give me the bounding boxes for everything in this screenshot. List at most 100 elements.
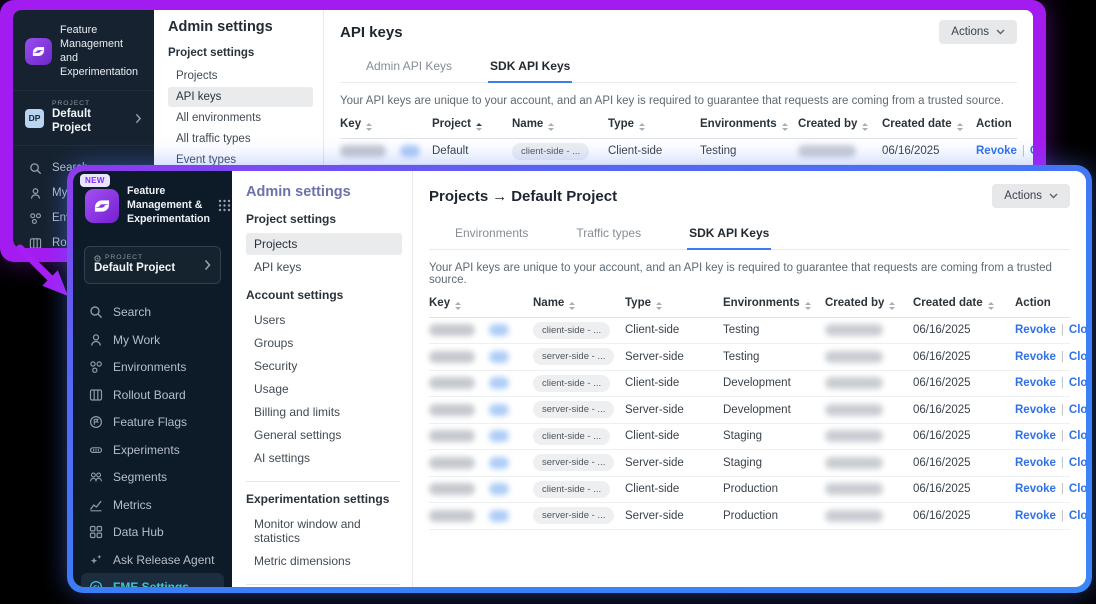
person-icon xyxy=(29,187,42,200)
back-project-selector[interactable]: DP PROJECT Default Project xyxy=(13,90,154,146)
redacted-copy-icon xyxy=(489,483,509,495)
revoke-link[interactable]: Revoke xyxy=(976,145,1017,157)
sidebar-item-search[interactable]: Search xyxy=(81,298,224,326)
front-sidebar: NEW Feature Management & Experimentation xyxy=(73,171,232,587)
nav-item-projects[interactable]: Projects xyxy=(168,66,313,86)
actions-button[interactable]: Actions xyxy=(939,20,1017,44)
sort-icon xyxy=(639,123,645,131)
col-header-created-by[interactable]: Created by xyxy=(798,118,882,131)
split-logo-icon xyxy=(85,189,119,223)
project-label: PROJECT xyxy=(52,100,127,108)
redacted-copy-icon xyxy=(489,430,509,442)
clone-link[interactable]: Clone xyxy=(1069,483,1086,495)
nav-item-groups[interactable]: Groups xyxy=(246,332,402,354)
sort-icon xyxy=(957,123,963,131)
table-row: client-side - ... Client-side Testing 06… xyxy=(429,318,1070,345)
nav-item-api-keys[interactable]: API keys xyxy=(168,87,313,107)
col-header-environments[interactable]: Environments xyxy=(723,297,825,310)
clone-link[interactable]: Clone xyxy=(1069,404,1086,416)
admin-settings-title: Admin settings xyxy=(168,19,313,35)
sidebar-item-metrics[interactable]: Metrics xyxy=(81,491,224,519)
tab-environments[interactable]: Environments xyxy=(453,222,530,250)
redacted-key xyxy=(429,510,475,522)
api-keys-description: Your API keys are unique to your account… xyxy=(429,262,1070,286)
redacted-created-by xyxy=(825,510,883,522)
col-header-created-date[interactable]: Created date xyxy=(882,118,976,131)
sort-icon xyxy=(569,302,575,310)
nav-item-api-keys[interactable]: API keys xyxy=(246,256,402,278)
revoke-link[interactable]: Revoke xyxy=(1015,483,1056,495)
front-project-selector[interactable]: PROJECT Default Project xyxy=(84,246,221,284)
key-name-pill: server-side - ... xyxy=(533,348,614,365)
clone-link[interactable]: Clone xyxy=(1069,377,1086,389)
col-header-type[interactable]: Type xyxy=(608,118,700,131)
nav-item-users[interactable]: Users xyxy=(246,309,402,331)
sort-icon xyxy=(366,123,372,131)
revoke-link[interactable]: Revoke xyxy=(1015,510,1056,522)
experiments-icon xyxy=(89,443,103,457)
nav-item-ai-settings[interactable]: AI settings xyxy=(246,447,402,469)
nav-item-metric-dimensions[interactable]: Metric dimensions xyxy=(246,550,402,572)
sidebar-item-data-hub[interactable]: Data Hub xyxy=(81,518,224,546)
nav-item-usage[interactable]: Usage xyxy=(246,378,402,400)
redacted-created-by xyxy=(825,483,883,495)
clone-link[interactable]: Clone xyxy=(1069,324,1086,336)
col-header-project[interactable]: Project xyxy=(432,118,512,131)
key-name-pill: client-side - ... xyxy=(533,322,610,339)
tab-sdk-api-keys[interactable]: SDK API Keys xyxy=(687,222,771,250)
actions-button[interactable]: Actions xyxy=(992,184,1070,208)
page-title: API keys xyxy=(340,24,403,41)
sidebar-item-experiments[interactable]: Experiments xyxy=(81,436,224,464)
revoke-link[interactable]: Revoke xyxy=(1015,430,1056,442)
nav-section-project-settings: Project settings xyxy=(246,212,402,226)
col-header-environments[interactable]: Environments xyxy=(700,118,798,131)
col-header-key[interactable]: Key xyxy=(429,297,533,310)
revoke-link[interactable]: Revoke xyxy=(1015,351,1056,363)
col-header-created-date[interactable]: Created date xyxy=(913,297,1015,310)
nav-item-all-environments[interactable]: All environments xyxy=(168,108,313,128)
sidebar-item-environments[interactable]: Environments xyxy=(81,353,224,381)
nav-item-monitor-window[interactable]: Monitor window and statistics xyxy=(246,513,402,549)
sidebar-item-fme-settings[interactable]: FME Settings xyxy=(81,573,224,587)
sidebar-item-feature-flags[interactable]: Feature Flags xyxy=(81,408,224,436)
redacted-created-by xyxy=(798,145,856,157)
clone-link[interactable]: Clone xyxy=(1069,510,1086,522)
tab-sdk-api-keys[interactable]: SDK API Keys xyxy=(488,55,572,83)
sidebar-item-rollout-board[interactable]: Rollout Board xyxy=(81,381,224,409)
key-name-pill: client-side - ... xyxy=(512,143,589,160)
front-sidebar-menu: Search My Work Environments Rollout Boar… xyxy=(73,288,232,587)
col-header-type[interactable]: Type xyxy=(625,297,723,310)
col-header-created-by[interactable]: Created by xyxy=(825,297,913,310)
revoke-link[interactable]: Revoke xyxy=(1015,324,1056,336)
table-row: server-side - ... Server-side Developmen… xyxy=(429,397,1070,424)
revoke-link[interactable]: Revoke xyxy=(1015,404,1056,416)
revoke-link[interactable]: Revoke xyxy=(1015,377,1056,389)
tab-traffic-types[interactable]: Traffic types xyxy=(574,222,643,250)
col-header-key[interactable]: Key xyxy=(340,118,432,131)
sidebar-item-my-work[interactable]: My Work xyxy=(81,326,224,354)
col-header-name[interactable]: Name xyxy=(512,118,608,131)
nav-item-security[interactable]: Security xyxy=(246,355,402,377)
apps-grid-icon[interactable] xyxy=(218,199,231,212)
col-header-name[interactable]: Name xyxy=(533,297,625,310)
tab-admin-api-keys[interactable]: Admin API Keys xyxy=(364,55,454,83)
nav-item-general-settings[interactable]: General settings xyxy=(246,424,402,446)
clone-link[interactable]: Clone xyxy=(1069,457,1086,469)
clone-link[interactable]: Clone xyxy=(1069,430,1086,442)
revoke-link[interactable]: Revoke xyxy=(1015,457,1056,469)
breadcrumb-root[interactable]: Projects xyxy=(429,188,488,205)
screenshot-canvas: Feature Management and Experimentation D… xyxy=(0,0,1096,604)
key-name-pill: server-side - ... xyxy=(533,454,614,471)
project-label: PROJECT xyxy=(94,254,175,262)
redacted-key xyxy=(429,457,475,469)
front-window-frame: NEW Feature Management & Experimentation xyxy=(67,165,1092,593)
redacted-key xyxy=(429,483,475,495)
sidebar-item-segments[interactable]: Segments xyxy=(81,463,224,491)
key-name-pill: server-side - ... xyxy=(533,507,614,524)
nav-item-all-traffic-types[interactable]: All traffic types xyxy=(168,129,313,149)
clone-link[interactable]: Clone xyxy=(1030,145,1033,157)
nav-item-billing-and-limits[interactable]: Billing and limits xyxy=(246,401,402,423)
sidebar-item-ask-release-agent[interactable]: Ask Release Agent xyxy=(81,546,224,574)
nav-item-projects[interactable]: Projects xyxy=(246,233,402,255)
clone-link[interactable]: Clone xyxy=(1069,351,1086,363)
